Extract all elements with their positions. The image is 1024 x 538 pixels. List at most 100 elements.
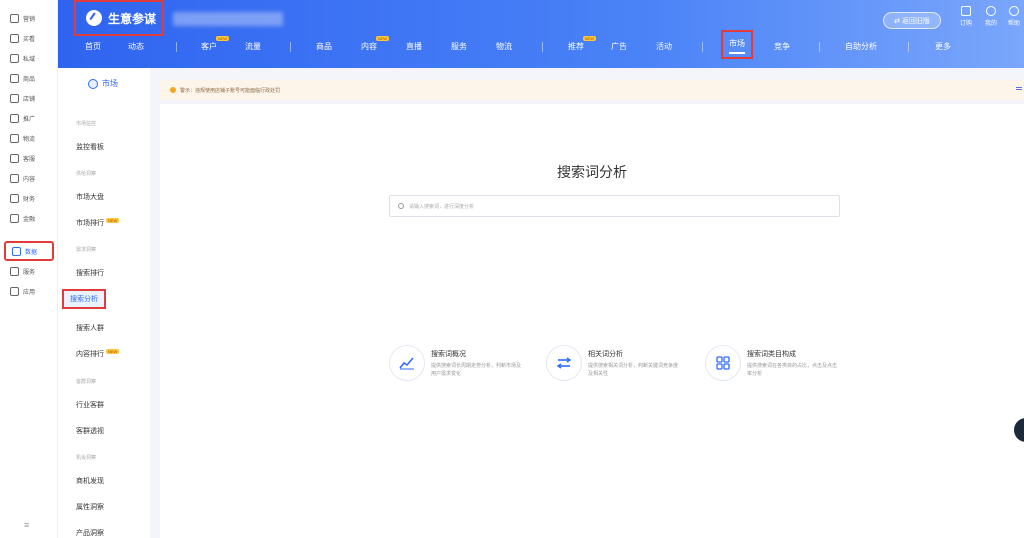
users-icon — [10, 53, 19, 63]
main-panel: 搜索词分析 请输入搜索词，进行深度分析 搜索词概况 提供搜索词长周期走势分析，判… — [160, 104, 1024, 538]
new-badge: NEW — [106, 218, 120, 223]
rail-item-private[interactable]: 私域 — [4, 48, 54, 68]
rail-item-content[interactable]: 内容 — [4, 168, 54, 188]
help-icon — [1009, 6, 1019, 16]
order-button[interactable]: 订购 — [956, 6, 976, 27]
card-title: 相关词分析 — [588, 351, 623, 358]
rail-item-apps[interactable]: 应用 — [4, 281, 54, 301]
card-title: 搜索词概况 — [431, 351, 466, 358]
new-badge: NEW — [375, 36, 389, 41]
trend-icon — [389, 345, 425, 381]
nav-service[interactable]: 服务 — [451, 41, 467, 52]
nav-recommend[interactable]: 推荐 NEW — [568, 36, 596, 52]
card-category-composition[interactable]: 搜索词类目构成 提供搜索词在各类目的占比，点击及点击率分析 — [705, 345, 855, 385]
card-desc: 提供搜索相关词分析，判断关键词竞争度及相关性 — [588, 363, 679, 377]
card-desc: 提供搜索词长周期走势分析，判断市场及用户需求变化 — [431, 363, 522, 377]
notice-text: 警示：违规使用店铺子账号可能面临行政处罚 — [180, 87, 281, 94]
rail-item-service[interactable]: 客服 — [4, 148, 54, 168]
sub-item-search-crowd[interactable]: 搜索人群 — [76, 323, 104, 333]
nav-divider — [176, 42, 177, 52]
category-icon — [705, 345, 741, 381]
pin-icon — [10, 113, 19, 123]
nav-divider — [290, 42, 291, 52]
cart-icon — [961, 6, 971, 16]
sub-item-rank[interactable]: 市场排行 NEW — [76, 218, 120, 228]
nav-traffic[interactable]: 流量 — [245, 41, 261, 52]
menu-icon[interactable] — [1016, 87, 1022, 88]
nav-dynamic[interactable]: 动态 — [128, 41, 144, 52]
nav-divider — [908, 42, 909, 52]
sub-item-search-analysis[interactable]: 搜索分析 — [62, 289, 106, 309]
brand[interactable]: 生意参谋 — [74, 0, 164, 36]
card-related-words[interactable]: 相关词分析 提供搜索相关词分析，判断关键词竞争度及相关性 — [546, 345, 696, 385]
rail-item-store[interactable]: 店铺 — [4, 88, 54, 108]
card-title: 搜索词类目构成 — [747, 351, 796, 358]
left-rail: 营销 买看 私域 商品 店铺 推广 物流 客服 内容 财务 金融 数据 服务 应… — [0, 0, 58, 538]
content-icon — [10, 173, 19, 183]
rail-item-logistics[interactable]: 物流 — [4, 128, 54, 148]
store-icon — [10, 93, 19, 103]
nav-divider — [702, 42, 703, 52]
new-badge: NEW — [106, 349, 120, 354]
search-icon — [398, 203, 404, 209]
nav-activity[interactable]: 活动 — [656, 41, 672, 52]
rail-item-jinrong[interactable]: 金融 — [4, 208, 54, 228]
nav-customer[interactable]: 客户 NEW — [201, 36, 229, 52]
finance-icon — [10, 213, 19, 223]
nav-more[interactable]: 更多 — [935, 41, 951, 52]
rail-item-product[interactable]: 商品 — [4, 68, 54, 88]
nav-content[interactable]: 内容 NEW — [361, 36, 389, 52]
sub-item-monitor[interactable]: 监控看板 — [76, 142, 104, 152]
nav-ads[interactable]: 广告 — [611, 41, 627, 52]
nav-logistics[interactable]: 物流 — [496, 41, 512, 52]
swap-icon — [546, 345, 582, 381]
sub-item-product-insight[interactable]: 产品洞察 — [76, 528, 104, 538]
warning-notice: 警示：违规使用店铺子账号可能面临行政处罚 — [160, 80, 1024, 100]
bell-icon — [170, 87, 176, 93]
sub-item-opportunity[interactable]: 商机发现 — [76, 476, 104, 486]
return-old-version-button[interactable]: ⇄ 返回旧版 — [883, 12, 941, 29]
card-search-overview[interactable]: 搜索词概况 提供搜索词长周期走势分析，判断市场及用户需求变化 — [389, 345, 539, 385]
sub-item-crowd-insight[interactable]: 客群透视 — [76, 426, 104, 436]
search-input[interactable]: 请输入搜索词，进行深度分析 — [389, 195, 840, 217]
money-icon — [10, 193, 19, 203]
brand-name: 生意参谋 — [108, 11, 157, 26]
chart-icon — [12, 246, 21, 256]
grid-icon — [10, 266, 19, 276]
rail-item-marketing[interactable]: 营销 — [4, 8, 54, 28]
sub-item-overview[interactable]: 市场大盘 — [76, 192, 104, 202]
rail-item-promo[interactable]: 推广 — [4, 108, 54, 128]
group-label: 需求洞察 — [76, 247, 97, 253]
group-label: 市场监控 — [76, 121, 97, 127]
nav-self-analysis[interactable]: 自助分析 — [845, 41, 877, 52]
nav-live[interactable]: 直播 — [406, 41, 422, 52]
sub-item-industry-crowd[interactable]: 行业客群 — [76, 400, 104, 410]
search-placeholder: 请输入搜索词，进行深度分析 — [409, 203, 475, 210]
card-desc: 提供搜索词在各类目的占比，点击及点击率分析 — [747, 363, 838, 377]
rail-item-buy[interactable]: 买看 — [4, 28, 54, 48]
sub-item-content-rank[interactable]: 内容排行 NEW — [76, 349, 120, 359]
compass-icon — [86, 10, 102, 26]
help-button[interactable]: 帮助 — [1004, 6, 1024, 27]
apps-icon — [10, 286, 19, 296]
group-label: 客群洞察 — [76, 379, 97, 385]
page-title: 搜索词分析 — [557, 164, 627, 180]
nav-competition[interactable]: 竞争 — [774, 41, 790, 52]
nav-product[interactable]: 商品 — [316, 41, 332, 52]
nav-market[interactable]: 市场 — [721, 30, 753, 59]
nav-home[interactable]: 首页 — [85, 41, 101, 52]
rail-item-data[interactable]: 数据 — [4, 241, 54, 261]
headset-icon — [10, 153, 19, 163]
group-label: 机会洞察 — [76, 455, 97, 461]
new-badge: NEW — [215, 36, 229, 41]
sub-item-attribute[interactable]: 属性洞察 — [76, 502, 104, 512]
rail-item-finance[interactable]: 财务 — [4, 188, 54, 208]
main-nav: 首页 动态 客户 NEW 流量 商品 内容 NEW 直播 服务 物流 推荐 NEW 广… — [58, 30, 1024, 59]
user-icon — [986, 6, 996, 16]
sub-sidebar-title: 市场 — [88, 78, 118, 89]
my-button[interactable]: 我的 — [981, 6, 1001, 27]
collapse-icon[interactable]: ≡ — [24, 520, 29, 530]
truck-icon — [10, 133, 19, 143]
sub-item-search-rank[interactable]: 搜索排行 — [76, 268, 104, 278]
rail-item-services[interactable]: 服务 — [4, 261, 54, 281]
